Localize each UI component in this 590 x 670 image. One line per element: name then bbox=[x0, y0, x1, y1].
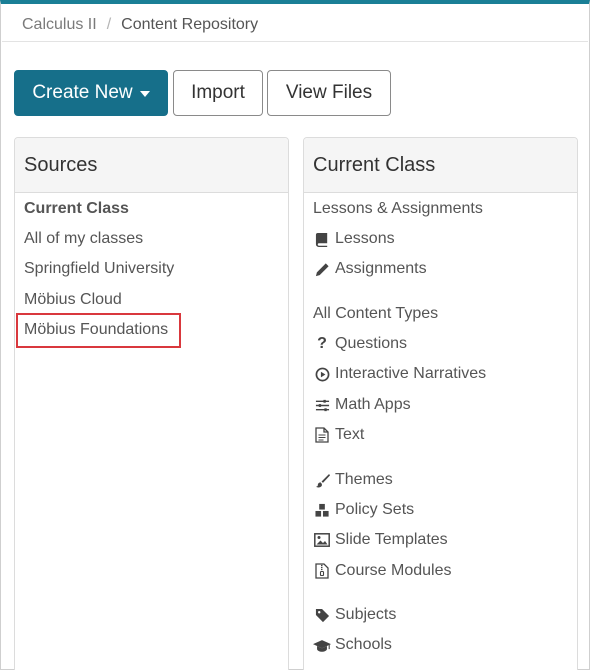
sliders-icon bbox=[313, 396, 331, 414]
source-item-springfield-university[interactable]: Springfield University bbox=[24, 260, 174, 278]
content-item-label: Course Modules bbox=[335, 562, 452, 579]
breadcrumb-separator: / bbox=[106, 16, 112, 33]
sources-panel-title: Sources bbox=[15, 138, 288, 193]
current-class-panel-title: Current Class bbox=[304, 138, 577, 193]
question-icon: ? bbox=[317, 335, 327, 352]
all-content-types-heading[interactable]: All Content Types bbox=[313, 305, 438, 323]
content-item-label: Math Apps bbox=[335, 396, 411, 413]
cubes-icon bbox=[313, 501, 331, 519]
content-item-label: Subjects bbox=[335, 606, 397, 623]
content-item-course-modules[interactable]: Course Modules bbox=[313, 562, 452, 580]
breadcrumb: Calculus II / Content Repository bbox=[22, 16, 258, 34]
document-icon bbox=[313, 426, 331, 444]
content-item-label: Lessons bbox=[335, 230, 395, 247]
content-item-interactive-narratives[interactable]: Interactive Narratives bbox=[313, 365, 486, 383]
content-item-math-apps[interactable]: Math Apps bbox=[313, 396, 411, 414]
content-repository-window: Calculus II / Content Repository Create … bbox=[0, 0, 590, 670]
current-class-panel: Current Class Lessons & Assignments Less… bbox=[303, 137, 578, 670]
lessons-assignments-heading[interactable]: Lessons & Assignments bbox=[313, 200, 483, 218]
tag-icon bbox=[313, 606, 331, 624]
play-circle-icon bbox=[313, 365, 331, 383]
content-item-label: Interactive Narratives bbox=[335, 365, 487, 382]
view-files-button[interactable]: View Files bbox=[267, 70, 391, 116]
content-item-questions[interactable]: ? Questions bbox=[313, 335, 407, 353]
content-item-label: Slide Templates bbox=[335, 531, 448, 548]
content-item-policy-sets[interactable]: Policy Sets bbox=[313, 501, 414, 519]
source-item-current-class[interactable]: Current Class bbox=[24, 200, 129, 218]
content-item-label: Policy Sets bbox=[335, 501, 415, 518]
content-item-label: Questions bbox=[335, 335, 408, 352]
content-item-schools[interactable]: Schools bbox=[313, 636, 392, 654]
create-new-label: Create New bbox=[32, 82, 133, 103]
content-item-themes[interactable]: Themes bbox=[313, 471, 393, 489]
content-item-slide-templates[interactable]: Slide Templates bbox=[313, 531, 448, 549]
content-item-text[interactable]: Text bbox=[313, 426, 364, 444]
graduation-cap-icon bbox=[313, 636, 331, 654]
content-item-label: Schools bbox=[335, 636, 392, 653]
content-item-label: Themes bbox=[335, 471, 393, 488]
pencil-icon bbox=[313, 260, 331, 278]
content-item-subjects[interactable]: Subjects bbox=[313, 606, 396, 624]
archive-file-icon bbox=[313, 562, 331, 580]
breadcrumb-course-link[interactable]: Calculus II bbox=[22, 16, 97, 34]
breadcrumb-current: Content Repository bbox=[121, 16, 259, 33]
book-icon bbox=[313, 230, 331, 248]
content-item-label: Assignments bbox=[335, 260, 427, 277]
import-button[interactable]: Import bbox=[173, 70, 263, 116]
content-item-lessons[interactable]: Lessons bbox=[313, 230, 395, 248]
paintbrush-icon bbox=[313, 471, 331, 489]
create-new-button[interactable]: Create New bbox=[14, 70, 168, 116]
source-item-mobius-cloud[interactable]: Möbius Cloud bbox=[24, 291, 122, 309]
caret-down-icon bbox=[139, 91, 150, 97]
header-divider bbox=[2, 41, 588, 42]
highlight-annotation-box bbox=[16, 313, 181, 348]
content-item-assignments[interactable]: Assignments bbox=[313, 260, 427, 278]
content-item-label: Text bbox=[335, 426, 365, 443]
image-icon bbox=[313, 531, 331, 549]
sources-panel: Sources Current Class All of my classes … bbox=[14, 137, 289, 670]
source-item-all-classes[interactable]: All of my classes bbox=[24, 230, 143, 248]
